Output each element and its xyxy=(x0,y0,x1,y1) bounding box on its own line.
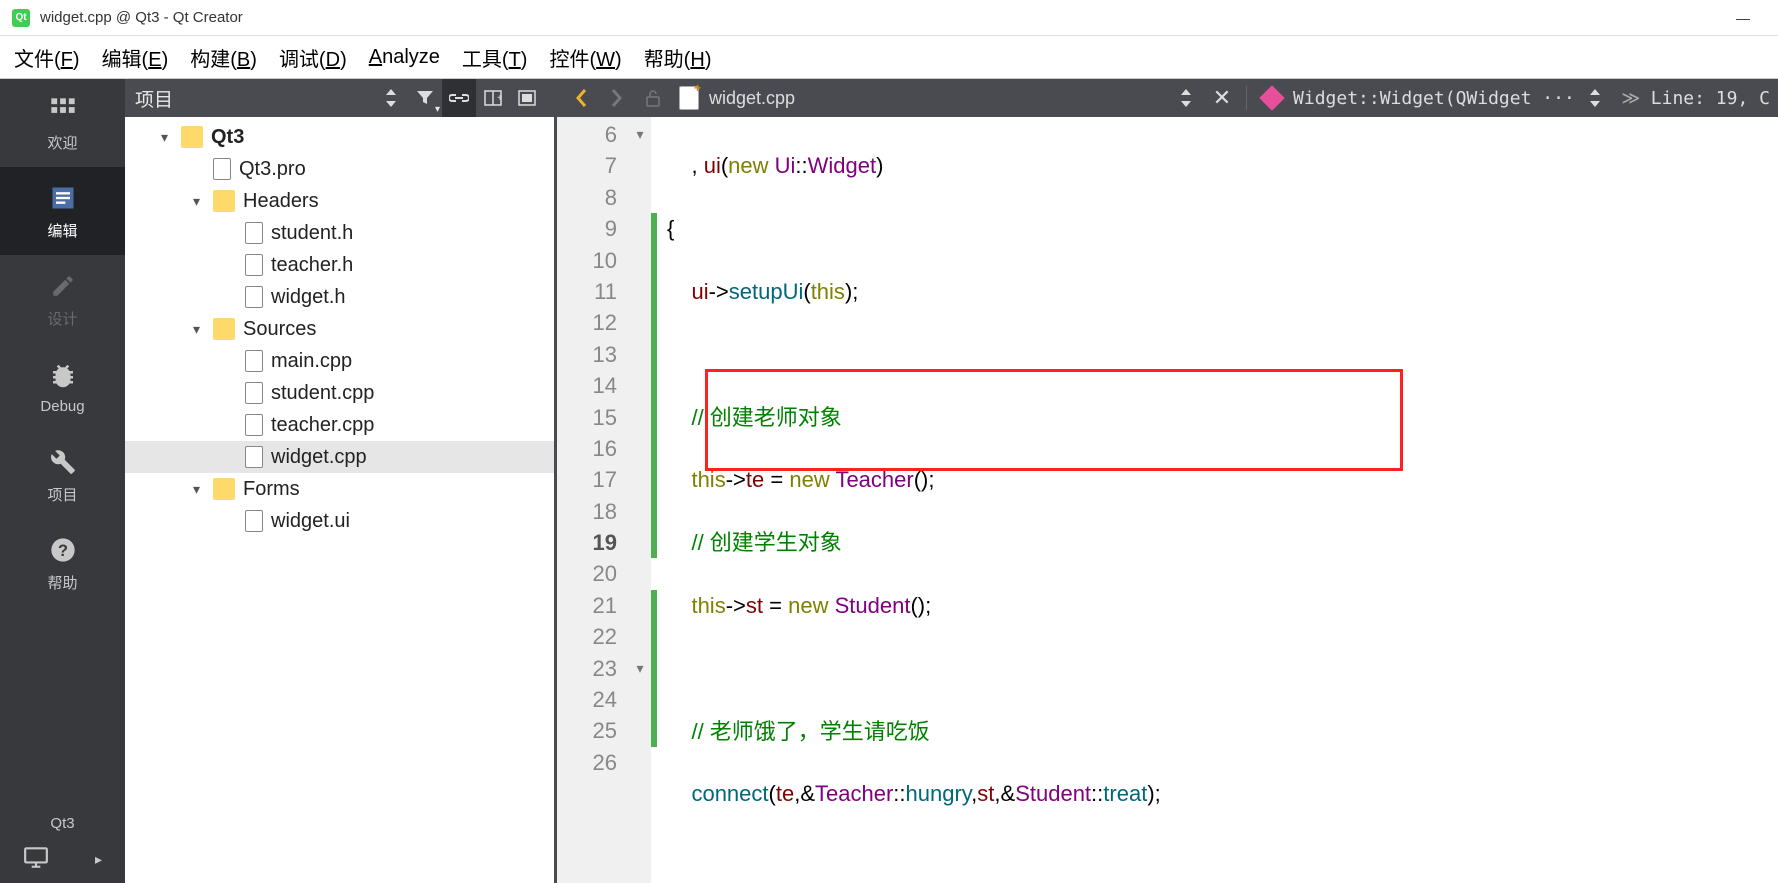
folder-icon xyxy=(181,126,203,148)
chevron-icon[interactable]: ▸ xyxy=(95,851,102,868)
mode-projects[interactable]: 项目 xyxy=(0,431,125,519)
chevron-down-icon[interactable]: ▾ xyxy=(193,193,213,210)
header-file-icon xyxy=(245,254,263,276)
svg-text:+: + xyxy=(497,93,502,104)
code-editor[interactable]: 67891011121314151617181920212223242526 ▾… xyxy=(557,117,1778,883)
tree-file[interactable]: widget.h xyxy=(125,281,554,313)
tree-pro-file[interactable]: Qt3.pro xyxy=(125,153,554,185)
menu-debug[interactable]: 调试(D) xyxy=(279,43,347,72)
tree-file-active[interactable]: widget.cpp xyxy=(125,441,554,473)
header-file-icon xyxy=(245,286,263,308)
file-icon xyxy=(213,158,231,180)
tree-file[interactable]: student.h xyxy=(125,217,554,249)
fold-column[interactable]: ▾▾ xyxy=(629,117,651,883)
close-button[interactable]: ✕ xyxy=(1206,79,1238,117)
edit-icon xyxy=(47,182,79,214)
tree-file[interactable]: teacher.h xyxy=(125,249,554,281)
menu-tools[interactable]: 工具(T) xyxy=(462,43,528,72)
minimize-button[interactable]: — xyxy=(1720,0,1766,36)
folder-icon xyxy=(213,318,235,340)
window-title: widget.cpp @ Qt3 - Qt Creator xyxy=(40,9,243,26)
chevron-down-icon[interactable]: ▾ xyxy=(193,321,213,338)
mode-welcome[interactable]: 欢迎 xyxy=(0,79,125,167)
editor-context[interactable]: Widget::Widget(QWidget ··· xyxy=(1293,88,1575,109)
tree-file[interactable]: widget.ui xyxy=(125,505,554,537)
monitor-icon[interactable] xyxy=(23,846,49,873)
grid-icon xyxy=(47,94,79,126)
cpp-file-icon xyxy=(245,414,263,436)
lock-icon[interactable] xyxy=(637,79,669,117)
menu-edit[interactable]: 编辑(E) xyxy=(102,43,169,72)
ui-file-icon xyxy=(245,510,263,532)
pencil-icon xyxy=(47,270,79,302)
mode-debug[interactable]: Debug xyxy=(0,343,125,431)
editor-toolbar: widget.cpp ✕ Widget::Widget(QWidget ··· … xyxy=(557,79,1778,117)
tree-forms-folder[interactable]: ▾ Forms xyxy=(125,473,554,505)
menu-file[interactable]: 文件(F) xyxy=(14,43,80,72)
cpp-file-icon xyxy=(245,382,263,404)
header-file-icon xyxy=(245,222,263,244)
link-icon[interactable] xyxy=(442,79,476,117)
editor-file-selector[interactable]: widget.cpp xyxy=(673,86,1166,110)
menu-build[interactable]: 构建(B) xyxy=(190,43,257,72)
cpp-file-icon xyxy=(245,446,263,468)
editor-area: widget.cpp ✕ Widget::Widget(QWidget ··· … xyxy=(557,79,1778,883)
tree-root[interactable]: ▾ Qt3 xyxy=(125,121,554,153)
project-header: 项目 ▾ + xyxy=(125,79,554,117)
kit-selector[interactable]: Qt3 xyxy=(0,807,125,840)
cpp-file-icon xyxy=(679,86,699,110)
chevron-down-icon[interactable]: ▾ xyxy=(193,481,213,498)
svg-text:?: ? xyxy=(58,541,68,559)
expand-right-icon[interactable]: ≫ xyxy=(1615,79,1647,117)
tree-file[interactable]: main.cpp xyxy=(125,345,554,377)
tree-file[interactable]: teacher.cpp xyxy=(125,409,554,441)
project-tree[interactable]: ▾ Qt3 Qt3.pro ▾ Headers student.h teache… xyxy=(125,117,554,883)
nav-back-button[interactable] xyxy=(565,79,597,117)
editor-status: Line: 19, C xyxy=(1651,88,1770,109)
question-icon: ? xyxy=(47,534,79,566)
code-body[interactable]: , ui(new Ui::Widget) { ui->setupUi(this)… xyxy=(657,117,1778,883)
diamond-icon xyxy=(1259,85,1284,110)
kit-bottom: ▸ xyxy=(0,840,125,883)
project-pane-title[interactable]: 项目 xyxy=(135,85,374,112)
updown-icon[interactable] xyxy=(374,79,408,117)
tree-headers-folder[interactable]: ▾ Headers xyxy=(125,185,554,217)
line-number-gutter[interactable]: 67891011121314151617181920212223242526 xyxy=(557,117,629,883)
menu-analyze[interactable]: Analyze xyxy=(369,46,440,69)
project-panel: 项目 ▾ + ▾ Qt3 xyxy=(125,79,557,883)
updown-icon[interactable] xyxy=(1170,79,1202,117)
folder-icon xyxy=(213,190,235,212)
wrench-icon xyxy=(47,446,79,478)
mode-sidebar: 欢迎 编辑 设计 Debug 项目 ? xyxy=(0,79,125,883)
chevron-down-icon[interactable]: ▾ xyxy=(161,129,181,146)
titlebar: Qt widget.cpp @ Qt3 - Qt Creator — xyxy=(0,0,1778,36)
tree-file[interactable]: student.cpp xyxy=(125,377,554,409)
updown-icon[interactable] xyxy=(1579,79,1611,117)
expand-icon[interactable] xyxy=(510,79,544,117)
menu-widgets[interactable]: 控件(W) xyxy=(549,43,621,72)
menu-help[interactable]: 帮助(H) xyxy=(644,43,712,72)
mode-edit[interactable]: 编辑 xyxy=(0,167,125,255)
bug-icon xyxy=(47,360,79,392)
qt-logo-icon: Qt xyxy=(12,9,30,27)
split-icon[interactable]: + xyxy=(476,79,510,117)
tree-sources-folder[interactable]: ▾ Sources xyxy=(125,313,554,345)
cpp-file-icon xyxy=(245,350,263,372)
folder-icon xyxy=(213,478,235,500)
filter-icon[interactable]: ▾ xyxy=(408,79,442,117)
mode-design[interactable]: 设计 xyxy=(0,255,125,343)
mode-help[interactable]: ? 帮助 xyxy=(0,519,125,607)
menubar: 文件(F) 编辑(E) 构建(B) 调试(D) Analyze 工具(T) 控件… xyxy=(0,36,1778,79)
nav-forward-button[interactable] xyxy=(601,79,633,117)
